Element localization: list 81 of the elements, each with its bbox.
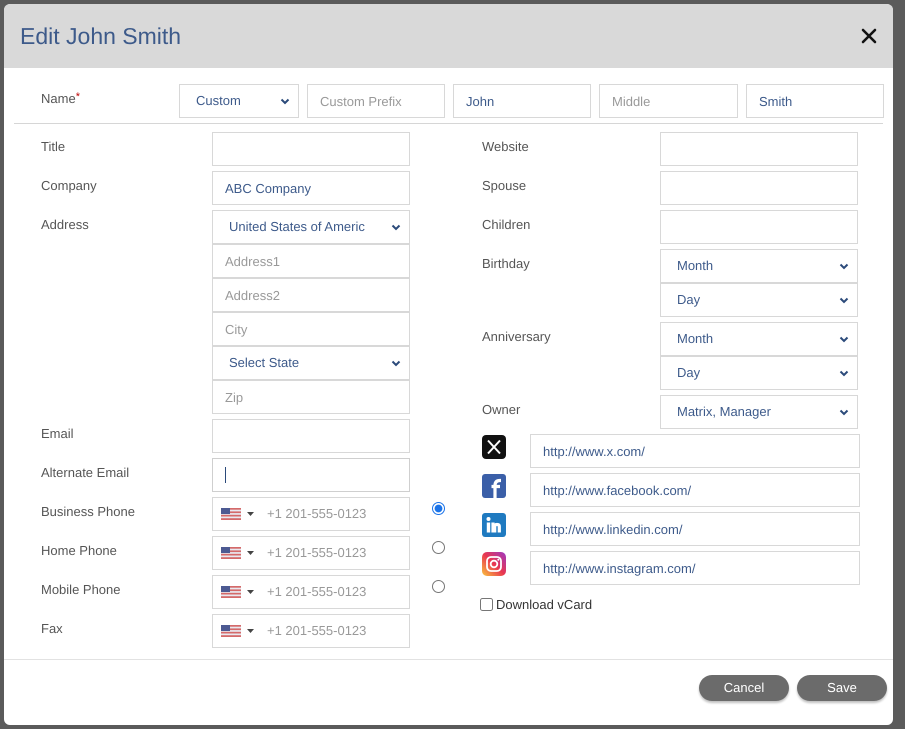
dropdown[interactable]: Day xyxy=(660,356,858,390)
radio-button[interactable] xyxy=(432,580,445,593)
dropdown[interactable]: Day xyxy=(660,283,858,317)
field-label: Spouse xyxy=(482,177,528,195)
phone-number-input[interactable]: +1 201-555-0123 xyxy=(267,582,409,602)
field-label: Name xyxy=(41,90,76,108)
input-field[interactable] xyxy=(660,132,858,166)
input-field[interactable]: http://www.x.com/ xyxy=(530,434,860,468)
required-mark: * xyxy=(76,90,80,105)
flag-icon xyxy=(221,586,241,598)
field-label: Birthday xyxy=(482,255,531,273)
dropdown[interactable]: Month xyxy=(660,249,858,283)
input-field[interactable] xyxy=(660,171,858,205)
field-label: Owner xyxy=(482,401,522,419)
dropdown[interactable]: Month xyxy=(660,322,858,356)
input-field[interactable] xyxy=(660,210,858,244)
field-label: Title xyxy=(41,138,66,156)
input-field[interactable]: Address1 xyxy=(212,244,410,278)
caret-icon xyxy=(247,551,254,555)
field-label: Children xyxy=(482,216,532,234)
phone-field[interactable]: +1 201-555-0123 xyxy=(212,497,410,531)
input-field[interactable]: ABC Company xyxy=(212,171,410,205)
input-field[interactable]: Zip xyxy=(212,380,410,414)
phone-field[interactable]: +1 201-555-0123 xyxy=(212,575,410,609)
facebook-logo-icon xyxy=(482,474,506,498)
input-field[interactable]: Middle xyxy=(599,84,738,118)
input-field[interactable]: Smith xyxy=(746,84,884,118)
field-label: Mobile Phone xyxy=(41,581,122,599)
input-field[interactable]: Custom Prefix xyxy=(307,84,445,118)
dropdown[interactable]: Select State xyxy=(212,346,410,380)
flag-icon xyxy=(221,508,241,520)
caret-icon xyxy=(247,512,254,516)
dropdown[interactable]: Custom xyxy=(179,84,299,118)
dropdown[interactable]: United States of Americ xyxy=(212,210,410,244)
checkbox[interactable] xyxy=(480,598,493,612)
input-field[interactable]: http://www.facebook.com/ xyxy=(530,473,860,507)
phone-number-input[interactable]: +1 201-555-0123 xyxy=(267,543,409,563)
dialog-title: Edit John Smith xyxy=(20,22,182,51)
linkedin-logo-icon xyxy=(482,513,506,537)
close-button[interactable] xyxy=(859,26,879,46)
dialog-button[interactable]: Save xyxy=(797,675,887,701)
input-field[interactable] xyxy=(212,419,410,453)
input-field[interactable]: John xyxy=(453,84,591,118)
field-label: Alternate Email xyxy=(41,464,130,482)
field-label: Fax xyxy=(41,620,64,638)
field-label: Website xyxy=(482,138,530,156)
input-field[interactable]: Address2 xyxy=(212,278,410,312)
field-label: Anniversary xyxy=(482,328,552,346)
instagram-logo-icon xyxy=(482,552,506,576)
input-field[interactable]: City xyxy=(212,312,410,346)
dropdown[interactable]: Matrix, Manager xyxy=(660,395,858,429)
flag-icon xyxy=(221,547,241,559)
field-label: Address xyxy=(41,216,90,234)
phone-number-input[interactable]: +1 201-555-0123 xyxy=(267,504,409,524)
chevron-icon xyxy=(391,224,401,230)
chevron-icon xyxy=(280,98,290,104)
chevron-icon xyxy=(839,370,849,376)
chevron-icon xyxy=(839,408,849,416)
field-label: Company xyxy=(41,177,98,195)
input-field[interactable] xyxy=(212,132,410,166)
x-logo-icon xyxy=(482,435,506,459)
phone-field[interactable]: +1 201-555-0123 xyxy=(212,614,410,648)
caret-icon xyxy=(247,629,254,633)
field-label: Home Phone xyxy=(41,542,118,560)
field-label: Business Phone xyxy=(41,503,136,521)
flag-icon xyxy=(221,625,241,637)
chevron-icon xyxy=(839,296,849,304)
phone-field[interactable]: +1 201-555-0123 xyxy=(212,536,410,570)
input-field[interactable]: http://www.instagram.com/ xyxy=(530,551,860,585)
input-field[interactable]: http://www.linkedin.com/ xyxy=(530,512,860,546)
input-field[interactable] xyxy=(212,458,410,492)
dialog-button[interactable]: Cancel xyxy=(699,675,789,701)
phone-number-input[interactable]: +1 201-555-0123 xyxy=(267,621,409,641)
radio-button[interactable] xyxy=(432,502,445,515)
field-label: Email xyxy=(41,425,75,443)
chevron-icon xyxy=(839,336,849,342)
caret-icon xyxy=(247,590,254,594)
chevron-icon xyxy=(839,262,849,270)
radio-button[interactable] xyxy=(432,541,445,554)
checkbox-label: Download vCard xyxy=(496,596,592,614)
chevron-icon xyxy=(391,360,401,366)
